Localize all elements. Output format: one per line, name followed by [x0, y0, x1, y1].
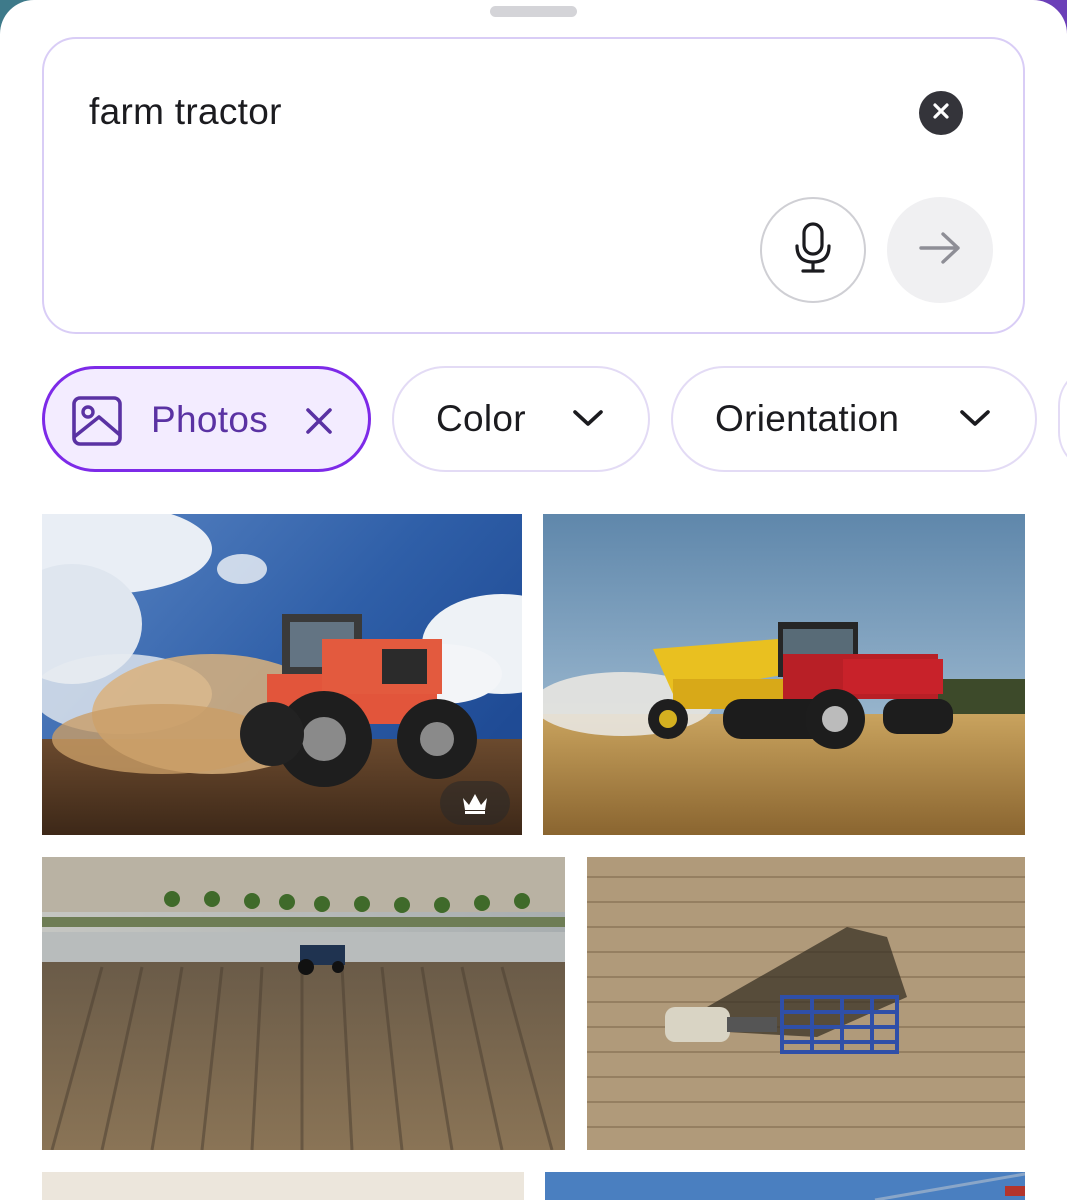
search-input[interactable]: farm tractor	[89, 91, 282, 133]
remove-filter-icon[interactable]	[305, 407, 333, 440]
close-icon	[932, 102, 950, 125]
microphone-icon	[793, 221, 833, 279]
result-photo	[545, 1172, 1025, 1200]
result-image-2[interactable]	[543, 514, 1025, 835]
filter-chip-color[interactable]: Color	[392, 366, 650, 472]
image-icon	[71, 395, 123, 452]
filter-chip-row: Photos Color Orientation	[0, 366, 1067, 472]
filter-chip-photos[interactable]: Photos	[42, 366, 371, 472]
filter-chip-more[interactable]	[1058, 366, 1067, 472]
result-image-4[interactable]	[587, 857, 1025, 1150]
result-image-5[interactable]	[42, 1172, 524, 1200]
filter-chip-label: Orientation	[715, 398, 900, 439]
crown-icon	[461, 792, 489, 814]
submit-search-button[interactable]	[887, 197, 993, 303]
filter-chip-label: Color	[436, 398, 526, 439]
drag-handle[interactable]	[490, 6, 577, 17]
premium-badge	[440, 781, 510, 825]
tractor-photo	[543, 514, 1025, 835]
result-image-3[interactable]	[42, 857, 565, 1150]
result-photo	[42, 1172, 524, 1200]
clear-search-button[interactable]	[919, 91, 963, 135]
search-sheet: farm tractor Photos Color Orientation	[0, 0, 1067, 1200]
voice-search-button[interactable]	[760, 197, 866, 303]
filter-chip-orientation[interactable]: Orientation	[671, 366, 1037, 472]
result-image-6[interactable]	[545, 1172, 1025, 1200]
search-box[interactable]: farm tractor	[42, 37, 1025, 334]
tractor-photo	[42, 857, 565, 1150]
tractor-photo	[587, 857, 1025, 1150]
chevron-down-icon	[572, 408, 604, 433]
arrow-right-icon	[918, 230, 962, 271]
chevron-down-icon	[959, 408, 991, 433]
filter-chip-label: Photos	[151, 399, 268, 440]
result-image-1[interactable]	[42, 514, 522, 835]
